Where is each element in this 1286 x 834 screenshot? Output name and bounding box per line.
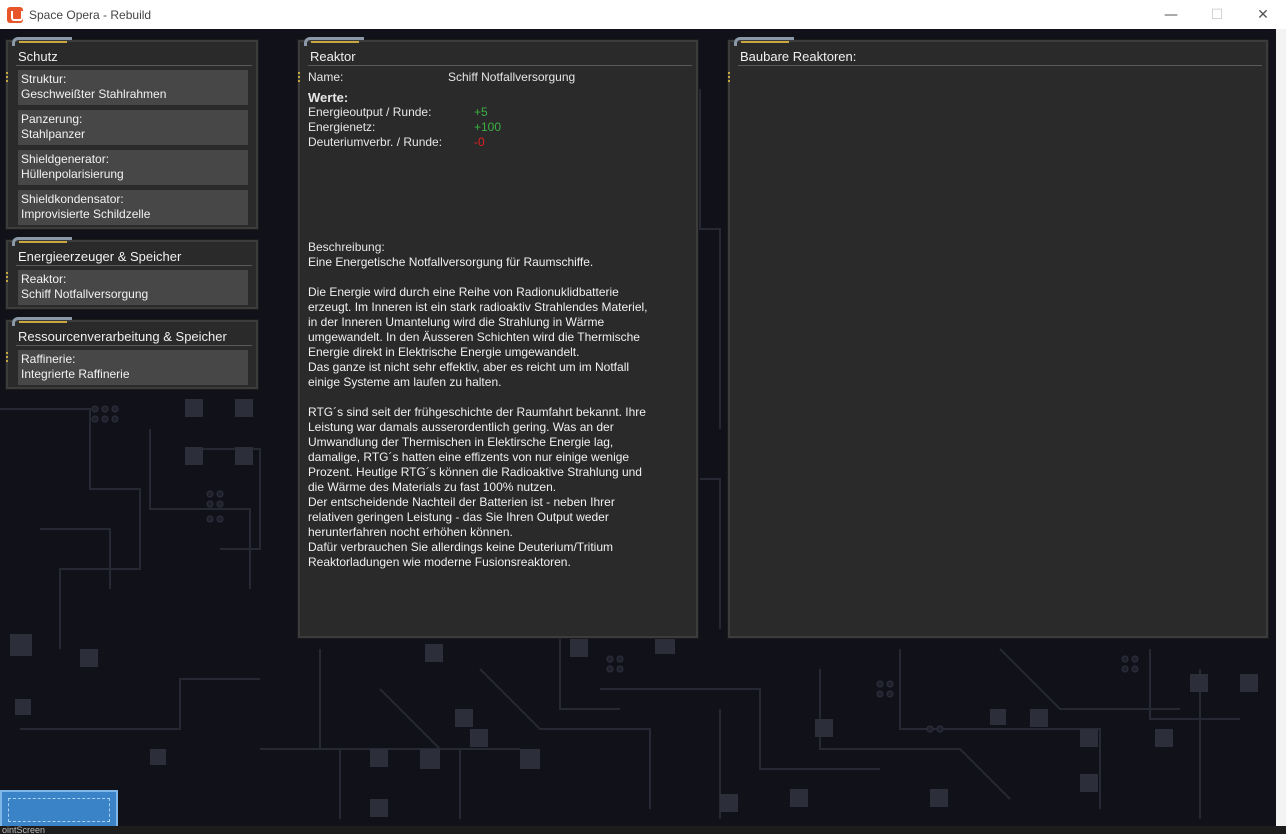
panel-title: Baubare Reaktoren: bbox=[738, 48, 1262, 66]
slot-value: Stahlpanzer bbox=[21, 127, 86, 141]
panel-side-marker bbox=[6, 352, 10, 362]
name-value: Schiff Notfallversorgung bbox=[448, 70, 576, 84]
ressourcen-panel: Ressourcenverarbeitung & Speicher Raffin… bbox=[6, 317, 258, 389]
werte-heading: Werte: bbox=[308, 90, 349, 105]
slot-value: Geschweißter Stahlrahmen bbox=[21, 87, 167, 101]
minimize-button[interactable]: — bbox=[1148, 0, 1194, 29]
panel-title: Reaktor bbox=[308, 48, 692, 66]
schutz-panel: Schutz Struktur: Geschweißter Stahlrahme… bbox=[6, 37, 258, 229]
slot-label: Struktur: bbox=[21, 72, 67, 86]
slot-label: Shieldkondensator: bbox=[21, 192, 124, 206]
slot-shieldkondensator[interactable]: Shieldkondensator: Improvisierte Schildz… bbox=[18, 190, 248, 225]
maximize-button[interactable]: ☐ bbox=[1194, 0, 1240, 29]
panel-title: Ressourcenverarbeitung & Speicher bbox=[16, 328, 252, 346]
slot-struktur[interactable]: Struktur: Geschweißter Stahlrahmen bbox=[18, 70, 248, 105]
slot-label: Shieldgenerator: bbox=[21, 152, 110, 166]
slot-panzerung[interactable]: Panzerung: Stahlpanzer bbox=[18, 110, 248, 145]
panel-tab-decoration bbox=[12, 237, 72, 246]
panel-side-marker bbox=[6, 272, 10, 282]
window-right-edge bbox=[1276, 29, 1286, 834]
slot-label: Reaktor: bbox=[21, 272, 67, 286]
slot-value: Schiff Notfallversorgung bbox=[21, 287, 149, 301]
slot-value: Hüllenpolarisierung bbox=[21, 167, 124, 181]
stat-label-energienetz: Energienetz: bbox=[308, 120, 376, 134]
description-label: Beschreibung: bbox=[308, 240, 385, 254]
minimap-panel[interactable] bbox=[0, 790, 118, 830]
stat-value-energieoutput: +5 bbox=[474, 105, 488, 119]
close-button[interactable]: ✕ bbox=[1240, 0, 1286, 29]
slot-label: Raffinerie: bbox=[21, 352, 76, 366]
name-label: Name: bbox=[308, 70, 344, 84]
window-title: Space Opera - Rebuild bbox=[29, 7, 152, 22]
slot-raffinerie[interactable]: Raffinerie: Integrierte Raffinerie bbox=[18, 350, 248, 385]
stat-value-deuteriumverbrauch: -0 bbox=[474, 135, 485, 149]
buildable-list[interactable] bbox=[738, 70, 1260, 630]
panel-side-marker bbox=[6, 72, 10, 82]
baubare-reaktoren-panel: Baubare Reaktoren: bbox=[728, 37, 1268, 638]
slot-reaktor[interactable]: Reaktor: Schiff Notfallversorgung bbox=[18, 270, 248, 305]
slot-value: Improvisierte Schildzelle bbox=[21, 207, 151, 221]
panel-title: Schutz bbox=[16, 48, 252, 66]
reaktor-detail-panel: Reaktor Name: Schiff Notfallversorgung W… bbox=[298, 37, 698, 638]
description-text: Eine Energetische Notfallversorgung für … bbox=[308, 255, 648, 569]
title-bar: Space Opera - Rebuild — ☐ ✕ bbox=[0, 0, 1286, 29]
window-controls: — ☐ ✕ bbox=[1148, 0, 1286, 29]
panel-title: Energieerzeuger & Speicher bbox=[16, 248, 252, 266]
energie-panel: Energieerzeuger & Speicher Reaktor: Schi… bbox=[6, 237, 258, 309]
stat-label-deuteriumverbrauch: Deuteriumverbr. / Runde: bbox=[308, 135, 443, 149]
panel-side-marker bbox=[298, 72, 302, 82]
taskbar-strip: ointScreen bbox=[0, 826, 1286, 834]
panel-tab-decoration bbox=[304, 37, 364, 46]
stat-label-energieoutput: Energieoutput / Runde: bbox=[308, 105, 432, 119]
app-icon bbox=[7, 6, 23, 23]
slot-shieldgenerator[interactable]: Shieldgenerator: Hüllenpolarisierung bbox=[18, 150, 248, 185]
panel-tab-decoration bbox=[12, 37, 72, 46]
slot-label: Panzerung: bbox=[21, 112, 83, 126]
panel-tab-decoration bbox=[734, 37, 794, 46]
panel-tab-decoration bbox=[12, 317, 72, 326]
panel-side-marker bbox=[728, 72, 732, 82]
stat-value-energienetz: +100 bbox=[474, 120, 502, 134]
slot-value: Integrierte Raffinerie bbox=[21, 367, 130, 381]
